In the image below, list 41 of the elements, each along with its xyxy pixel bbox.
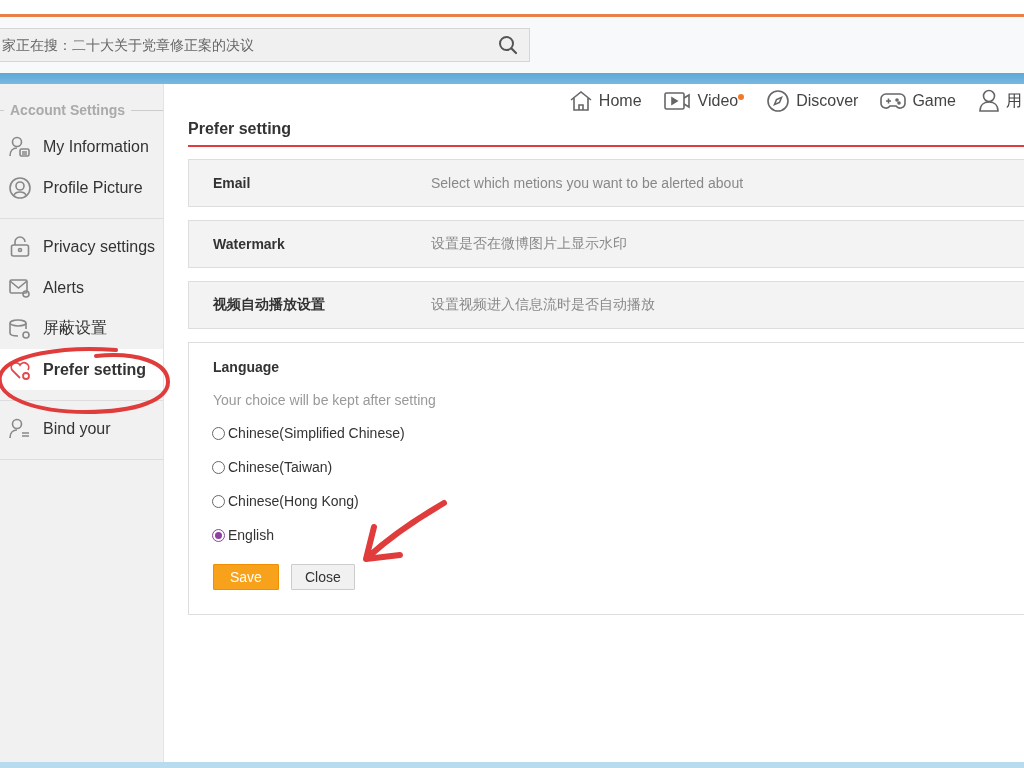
sidebar-item[interactable]: My Information xyxy=(0,126,163,167)
setting-label: Watermark xyxy=(212,236,286,252)
gamepad-icon xyxy=(880,90,907,112)
language-hint: Your choice will be kept after setting xyxy=(213,392,437,408)
sidebar-heading: Account Settings xyxy=(10,102,126,118)
user-card-icon xyxy=(8,134,32,159)
compass-icon xyxy=(766,89,791,113)
lock-icon xyxy=(8,234,32,259)
home-icon xyxy=(568,90,593,112)
setting-row[interactable]: 视频自动播放设置 设置视频进入信息流时是否自动播放 xyxy=(188,281,1024,329)
close-button[interactable]: Close xyxy=(290,564,355,590)
setting-description: Select which metions you want to be alerted about xyxy=(431,175,744,191)
search-icon[interactable] xyxy=(498,35,518,55)
sidebar-item[interactable]: Bind your xyxy=(0,408,163,449)
sidebar-item[interactable]: 屏蔽设置 xyxy=(0,308,163,349)
nav-link[interactable]: Game xyxy=(880,90,956,112)
language-option[interactable]: English xyxy=(212,518,1024,552)
language-label: Language xyxy=(213,359,281,375)
user-icon xyxy=(978,89,1000,113)
sidebar-item[interactable]: Profile Picture xyxy=(0,167,163,208)
setting-label: Email xyxy=(212,175,252,191)
sidebar-item[interactable]: Alerts xyxy=(0,267,163,308)
database-gear-icon xyxy=(8,316,32,341)
video-camera-icon xyxy=(663,91,692,111)
setting-description: 设置视频进入信息流时是否自动播放 xyxy=(431,296,655,314)
language-option[interactable]: Chinese(Simplified Chinese) xyxy=(212,416,1024,450)
setting-description: 设置是否在微博图片上显示水印 xyxy=(431,235,627,253)
nav-link[interactable]: Home xyxy=(568,90,642,112)
setting-row[interactable]: Email Select which metions you want to be alerted about xyxy=(188,159,1024,207)
user-list-icon xyxy=(8,416,32,441)
nav-link[interactable]: 用 xyxy=(978,89,1022,113)
setting-row[interactable]: Watermark 设置是否在微博图片上显示水印 xyxy=(188,220,1024,268)
nav-link[interactable]: Discover xyxy=(766,89,859,113)
sidebar-item[interactable]: Privacy settings xyxy=(0,226,163,267)
setting-label: 视频自动播放设置 xyxy=(212,296,326,314)
nav-link[interactable]: Video xyxy=(663,91,745,111)
avatar-icon xyxy=(8,175,32,200)
language-option[interactable]: Chinese(Taiwan) xyxy=(212,450,1024,484)
language-option[interactable]: Chinese(Hong Kong) xyxy=(212,484,1024,518)
page-title: Prefer setting xyxy=(188,119,293,139)
search-field[interactable]: 家正在搜：二十大关于党章修正案的决议 xyxy=(0,28,530,62)
